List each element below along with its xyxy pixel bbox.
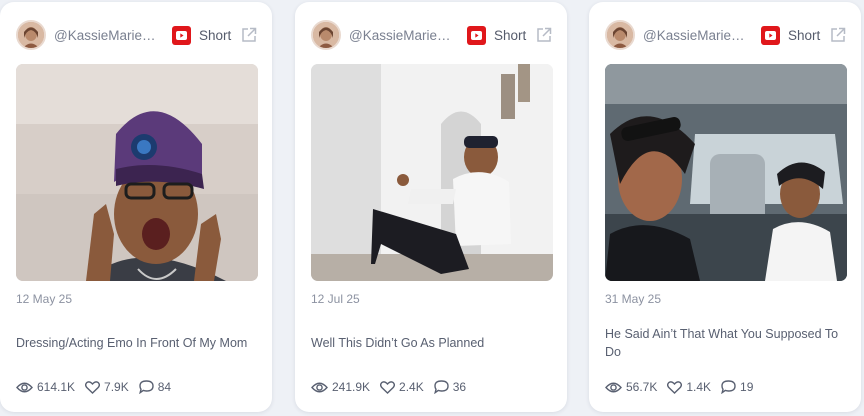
platform-label: Short xyxy=(788,27,821,43)
likes-count: 2.4K xyxy=(399,380,424,394)
video-card[interactable]: @KassieMarieC... Short 31 May 25 He Said… xyxy=(589,2,861,412)
video-title[interactable]: Dressing/Acting Emo In Front Of My Mom xyxy=(16,334,258,352)
card-header: @KassieMarieC... Short xyxy=(311,18,553,52)
likes-count: 1.4K xyxy=(686,380,712,394)
likes-stat: 1.4K xyxy=(667,380,711,394)
youtube-icon xyxy=(172,25,191,45)
avatar[interactable] xyxy=(311,20,341,50)
heart-icon xyxy=(380,380,396,394)
comments-stat: 84 xyxy=(138,380,172,394)
external-link-icon[interactable] xyxy=(240,26,258,44)
eye-icon xyxy=(311,382,328,392)
views-stat: 614.1K xyxy=(16,380,75,394)
views-stat: 241.9K xyxy=(311,380,370,394)
comment-icon xyxy=(433,380,449,394)
card-header: @KassieMarieC... Short xyxy=(605,18,847,52)
post-date: 12 Jul 25 xyxy=(311,292,360,306)
channel-handle[interactable]: @KassieMarieC... xyxy=(643,28,751,43)
video-title[interactable]: Well This Didn’t Go As Planned xyxy=(311,334,553,352)
avatar[interactable] xyxy=(605,20,635,50)
comments-stat: 36 xyxy=(433,380,467,394)
post-date: 31 May 25 xyxy=(605,292,662,306)
platform-label: Short xyxy=(199,27,232,43)
comments-count: 84 xyxy=(157,380,172,394)
views-count: 241.9K xyxy=(332,380,371,394)
card-header: @KassieMarieC... Short xyxy=(16,18,258,52)
eye-icon xyxy=(16,382,33,392)
external-link-icon[interactable] xyxy=(535,26,553,44)
views-stat: 56.7K xyxy=(605,380,657,394)
views-count: 56.7K xyxy=(626,380,658,394)
heart-icon xyxy=(85,380,101,394)
avatar[interactable] xyxy=(16,20,46,50)
comment-icon xyxy=(721,380,736,394)
channel-handle[interactable]: @KassieMarieC... xyxy=(54,28,162,43)
video-card[interactable]: @KassieMarieC... Short 12 May 25 Dressin… xyxy=(0,2,272,412)
comment-icon xyxy=(138,380,154,394)
heart-icon xyxy=(667,380,683,394)
external-link-icon[interactable] xyxy=(829,26,847,44)
likes-count: 7.9K xyxy=(104,380,129,394)
views-count: 614.1K xyxy=(37,380,76,394)
channel-handle[interactable]: @KassieMarieC... xyxy=(349,28,457,43)
likes-stat: 2.4K xyxy=(380,380,424,394)
youtube-icon xyxy=(761,25,780,45)
video-thumbnail[interactable] xyxy=(16,64,258,281)
comments-stat: 19 xyxy=(721,380,753,394)
platform-label: Short xyxy=(494,27,527,43)
likes-stat: 7.9K xyxy=(85,380,129,394)
youtube-icon xyxy=(467,25,486,45)
video-card[interactable]: @KassieMarieC... Short 12 Jul 25 Well Th… xyxy=(295,2,567,412)
eye-icon xyxy=(605,382,622,392)
comments-count: 19 xyxy=(740,380,754,394)
video-thumbnail[interactable] xyxy=(311,64,553,281)
stats-row: 56.7K 1.4K 19 xyxy=(605,380,763,394)
video-title[interactable]: He Said Ain’t That What You Supposed To … xyxy=(605,325,847,361)
comments-count: 36 xyxy=(452,380,467,394)
post-date: 12 May 25 xyxy=(16,292,73,306)
stats-row: 241.9K 2.4K 36 xyxy=(311,380,476,394)
stats-row: 614.1K 7.9K 84 xyxy=(16,380,181,394)
video-thumbnail[interactable] xyxy=(605,64,847,281)
